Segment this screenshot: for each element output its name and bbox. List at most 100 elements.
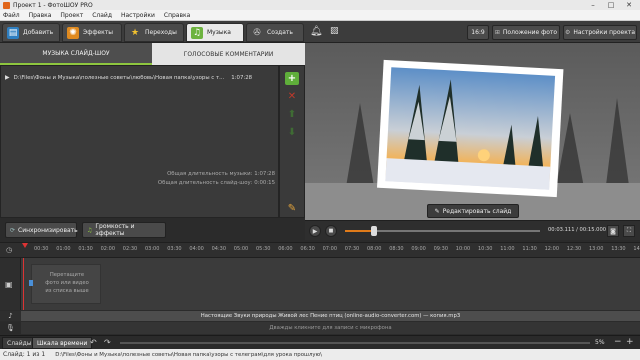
tab-music-label: Музыка — [207, 29, 231, 36]
ruler-tick-label: 03:30 — [167, 246, 182, 252]
ruler-tick-label: 02:00 — [100, 246, 116, 252]
clock-icon: ◷ — [6, 246, 13, 254]
status-path: D:\Files\Фоны и Музыка\полезные советы\Н… — [55, 351, 322, 358]
total-slideshow-label: Общая длительность слайд-шоу: — [157, 180, 253, 186]
mic-hint: Дважды кликните для записи с микрофона — [269, 325, 392, 331]
camera-icon: ▣ — [5, 280, 13, 289]
playback-handle[interactable] — [371, 226, 378, 236]
magic-wand-icon[interactable]: ✎ — [285, 202, 299, 215]
tab-create[interactable]: ✇ Создать — [246, 23, 304, 42]
menu-file[interactable]: Файл — [3, 12, 20, 19]
total-music-label: Общая длительность музыки: — [167, 171, 253, 177]
zoom-in-icon[interactable]: + — [626, 337, 634, 347]
totals-block: Общая длительность музыки: 1:07:28 Общая… — [121, 170, 275, 188]
track-path: D:\Files\Фоны и Музыка\полезные советы\л… — [13, 74, 225, 81]
zoom-out-icon[interactable]: − — [614, 337, 622, 347]
timeline-ruler[interactable]: ◷ 00:30 01:00 01:30 02:00 02:30 03:00 03:30 04:… — [0, 242, 640, 258]
tab-transitions[interactable]: ★ Переходы — [124, 23, 184, 42]
ruler-tick-label: 01:30 — [78, 246, 93, 252]
ruler-ticks: 00:30 01:00 01:30 02:00 02:30 03:00 03:30 04:00… — [24, 243, 640, 259]
aspect-ratio-label: 16:9 — [471, 29, 485, 36]
ruler-tick-label: 04:30 — [211, 246, 227, 252]
folder-icon: ▤ — [7, 26, 19, 39]
pencil-icon: ✎ — [434, 207, 440, 215]
ruler-tick-label: 01:00 — [56, 246, 71, 252]
tab-voice-comments-label: ГОЛОСОВЫЕ КОММЕНТАРИИ — [183, 50, 274, 58]
microphone-icon: 🎙︎ — [0, 322, 21, 334]
playback-progress — [345, 230, 375, 232]
slide-preview: ✎ Редактировать слайд — [305, 43, 640, 220]
volume-effects-button[interactable]: ♫ Громкость и эффекты — [82, 222, 166, 238]
ruler-tick-label: 07:00 — [322, 246, 338, 252]
music-list-panel: ▶ D:\Files\Фоны и Музыка\полезные советы… — [0, 65, 279, 218]
tab-slideshow-music-label: МУЗЫКА СЛАЙД-ШОУ — [42, 49, 110, 57]
tab-transitions-label: Переходы — [145, 29, 177, 36]
audio-track[interactable]: Настоящие Звуки природы Живой лес Пение … — [21, 311, 640, 321]
music-bottom-buttons: ⟳ Синхронизировать ♫ Громкость и эффекты — [0, 220, 305, 240]
star-icon: ★ — [130, 27, 140, 38]
total-slideshow-value: 0:00:15 — [254, 180, 275, 186]
menu-help[interactable]: Справка — [164, 12, 190, 19]
ruler-tick-label: 13:00 — [589, 246, 604, 252]
fullscreen-icon[interactable]: ⛶ — [623, 225, 635, 237]
effects-icon: ✺ — [67, 26, 79, 39]
window-title: Проект 1 - ФотоШОУ PRO — [13, 1, 93, 9]
music-side-tools: + ✕ ⬆ ⬇ ✎ — [279, 65, 305, 218]
close-button[interactable]: ✕ — [620, 0, 638, 10]
redo-icon[interactable]: ↷ — [104, 338, 111, 347]
timeline-scrollbar[interactable] — [120, 342, 590, 344]
picture-icon[interactable]: ▨ — [330, 26, 342, 38]
project-settings-button[interactable]: ⚙ Настройки проекта — [563, 25, 637, 40]
edit-slide-label: Редактировать слайд — [442, 207, 512, 215]
ruler-tick-label: 06:30 — [300, 246, 315, 252]
edit-slide-button[interactable]: ✎ Редактировать слайд — [427, 204, 519, 218]
tab-voice-comments[interactable]: ГОЛОСОВЫЕ КОММЕНТАРИИ — [152, 43, 305, 65]
menu-settings[interactable]: Настройки — [121, 12, 155, 19]
tab-add[interactable]: ▤ Добавить — [2, 23, 60, 42]
playhead-marker[interactable] — [22, 243, 28, 248]
sync-button[interactable]: ⟳ Синхронизировать — [5, 222, 78, 238]
title-bar: Проект 1 - ФотоШОУ PRO – □ ✕ — [0, 0, 640, 10]
ruler-tick-label: 12:30 — [566, 246, 582, 252]
tab-effects[interactable]: ✺ Эффекты — [62, 23, 122, 42]
drop-zone[interactable]: Перетащите фото или видео из списка выше — [31, 264, 101, 304]
tab-slideshow-music[interactable]: МУЗЫКА СЛАЙД-ШОУ — [0, 43, 152, 65]
crop-icon: ⊞ — [494, 29, 500, 36]
video-track[interactable]: Перетащите фото или видео из списка выше — [21, 258, 640, 310]
menu-slide[interactable]: Слайд — [92, 12, 112, 19]
arrow-up-icon[interactable]: ⬆ — [285, 108, 299, 121]
menu-edit[interactable]: Правка — [29, 12, 52, 19]
tab-timeline[interactable]: Шкала времени — [32, 337, 93, 349]
sync-label: Синхронизировать — [18, 226, 78, 234]
ruler-tick-label: 09:30 — [433, 246, 449, 252]
photo-position-button[interactable]: ⊞ Положение фото — [492, 25, 560, 40]
aspect-ratio-button[interactable]: 16:9 — [467, 25, 489, 40]
ruler-tick-label: 12:00 — [544, 246, 560, 252]
ruler-tick-label: 09:00 — [411, 246, 426, 252]
ruler-tick-label: 04:00 — [189, 246, 204, 252]
play-button[interactable]: ▶ — [309, 225, 321, 237]
add-music-icon[interactable]: + — [285, 72, 299, 85]
app-icon — [3, 1, 10, 9]
video-track-header: ▣ — [0, 258, 21, 310]
volume-effects-label: Громкость и эффекты — [95, 223, 135, 237]
snapshot-icon[interactable]: ◙ — [607, 225, 619, 237]
tab-add-label: Добавить — [23, 29, 54, 36]
microphone-track[interactable]: Дважды кликните для записи с микрофона — [21, 322, 640, 334]
audio-track-label: Настоящие Звуки природы Живой лес Пение … — [200, 313, 461, 319]
stop-button[interactable]: ■ — [325, 225, 337, 237]
undo-icon[interactable]: ↶ — [90, 338, 97, 347]
menu-bar: Файл Правка Проект Слайд Настройки Справ… — [0, 10, 640, 21]
time-readout: 00:03.111 / 00:15.000 — [548, 227, 607, 233]
project-settings-label: Настройки проекта — [573, 29, 636, 36]
bell-icon[interactable]: 🔔︎ — [310, 26, 323, 38]
gear-icon: ⚙ — [564, 29, 571, 36]
minimize-button[interactable]: – — [584, 0, 602, 10]
tab-music[interactable]: ♫ Музыка — [186, 23, 244, 42]
play-icon[interactable]: ▶ — [5, 74, 10, 81]
menu-project[interactable]: Проект — [60, 12, 83, 19]
delete-icon[interactable]: ✕ — [285, 90, 299, 103]
arrow-down-icon[interactable]: ⬇ — [285, 126, 299, 139]
list-item[interactable]: ▶ D:\Files\Фоны и Музыка\полезные советы… — [5, 72, 275, 83]
maximize-button[interactable]: □ — [602, 0, 620, 10]
